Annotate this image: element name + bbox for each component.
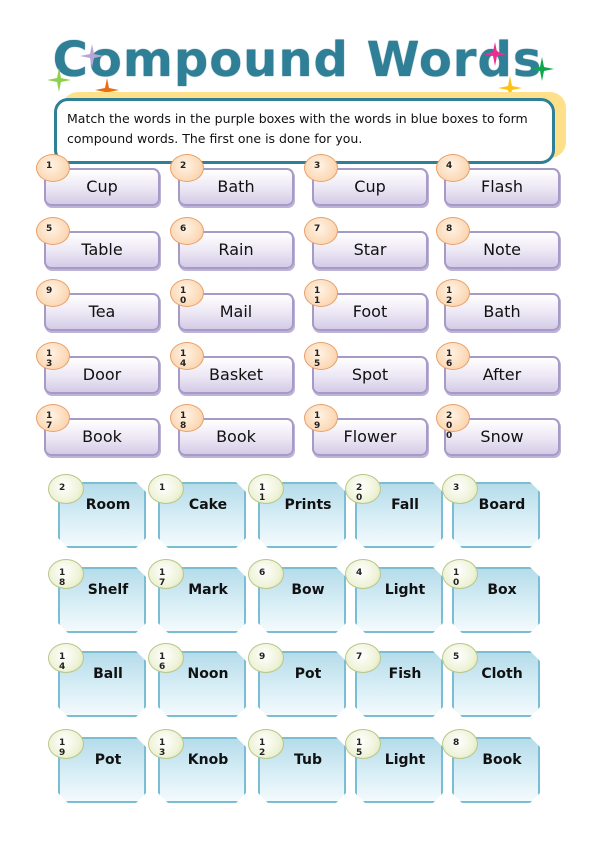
number-badge: 5 <box>36 217 70 245</box>
purple-word-label: Table <box>81 240 123 259</box>
number-badge: 2 <box>170 154 204 182</box>
number-badge: 19 <box>48 729 84 759</box>
green-star-icon <box>530 57 554 81</box>
purple-word-label: Book <box>216 427 256 446</box>
number-badge: 10 <box>170 279 204 307</box>
number-badge: 14 <box>170 342 204 370</box>
purple-word-label: Spot <box>351 365 389 384</box>
number-badge: 3 <box>442 474 478 504</box>
purple-word-label: Cup <box>354 177 386 196</box>
number-badge: 1 <box>148 474 184 504</box>
number-badge: 18 <box>48 559 84 589</box>
number-badge: 16 <box>148 643 184 673</box>
purple-word-label: Cup <box>86 177 118 196</box>
number-badge: 10 <box>442 559 478 589</box>
number-badge: 14 <box>48 643 84 673</box>
purple-word-label: Rain <box>218 240 254 259</box>
number-badge: 6 <box>248 559 284 589</box>
number-badge: 11 <box>248 474 284 504</box>
lilac-star-icon <box>80 44 104 68</box>
number-badge: 19 <box>304 404 338 432</box>
number-badge: 5 <box>442 643 478 673</box>
purple-word-label: Snow <box>480 427 524 446</box>
pink-star-icon <box>483 42 507 66</box>
purple-word-label: Foot <box>352 302 388 321</box>
number-badge: 12 <box>436 279 470 307</box>
purple-word-label: Bath <box>217 177 255 196</box>
number-badge: 12 <box>248 729 284 759</box>
number-badge: 16 <box>436 342 470 370</box>
instructions-text: Match the words in the purple boxes with… <box>67 111 528 146</box>
number-badge: 15 <box>345 729 381 759</box>
instructions-box: Match the words in the purple boxes with… <box>54 98 555 164</box>
number-badge: 200 <box>436 404 470 441</box>
purple-word-label: Basket <box>209 365 263 384</box>
number-badge: 13 <box>148 729 184 759</box>
number-badge: 17 <box>36 404 70 432</box>
purple-word-label: Bath <box>483 302 521 321</box>
purple-word-label: After <box>482 365 522 384</box>
purple-word-label: Tea <box>88 302 116 321</box>
number-badge: 11 <box>304 279 338 307</box>
number-badge: 4 <box>436 154 470 182</box>
number-badge: 13 <box>36 342 70 370</box>
number-badge: 20 <box>345 474 381 504</box>
purple-word-label: Flower <box>343 427 397 446</box>
purple-word-label: Mail <box>219 302 253 321</box>
green-star-icon <box>47 68 71 92</box>
purple-word-label: Star <box>353 240 387 259</box>
number-badge: 9 <box>36 279 70 307</box>
number-badge: 9 <box>248 643 284 673</box>
number-badge: 15 <box>304 342 338 370</box>
number-badge: 2 <box>48 474 84 504</box>
purple-word-label: Note <box>483 240 521 259</box>
number-badge: 3 <box>304 154 338 182</box>
number-badge: 17 <box>148 559 184 589</box>
number-badge: 7 <box>304 217 338 245</box>
number-badge: 8 <box>442 729 478 759</box>
number-badge: 1 <box>36 154 70 182</box>
number-badge: 6 <box>170 217 204 245</box>
number-badge: 18 <box>170 404 204 432</box>
number-badge: 7 <box>345 643 381 673</box>
purple-word-label: Book <box>82 427 122 446</box>
number-badge: 8 <box>436 217 470 245</box>
purple-word-label: Flash <box>481 177 523 196</box>
purple-word-label: Door <box>82 365 122 384</box>
number-badge: 4 <box>345 559 381 589</box>
